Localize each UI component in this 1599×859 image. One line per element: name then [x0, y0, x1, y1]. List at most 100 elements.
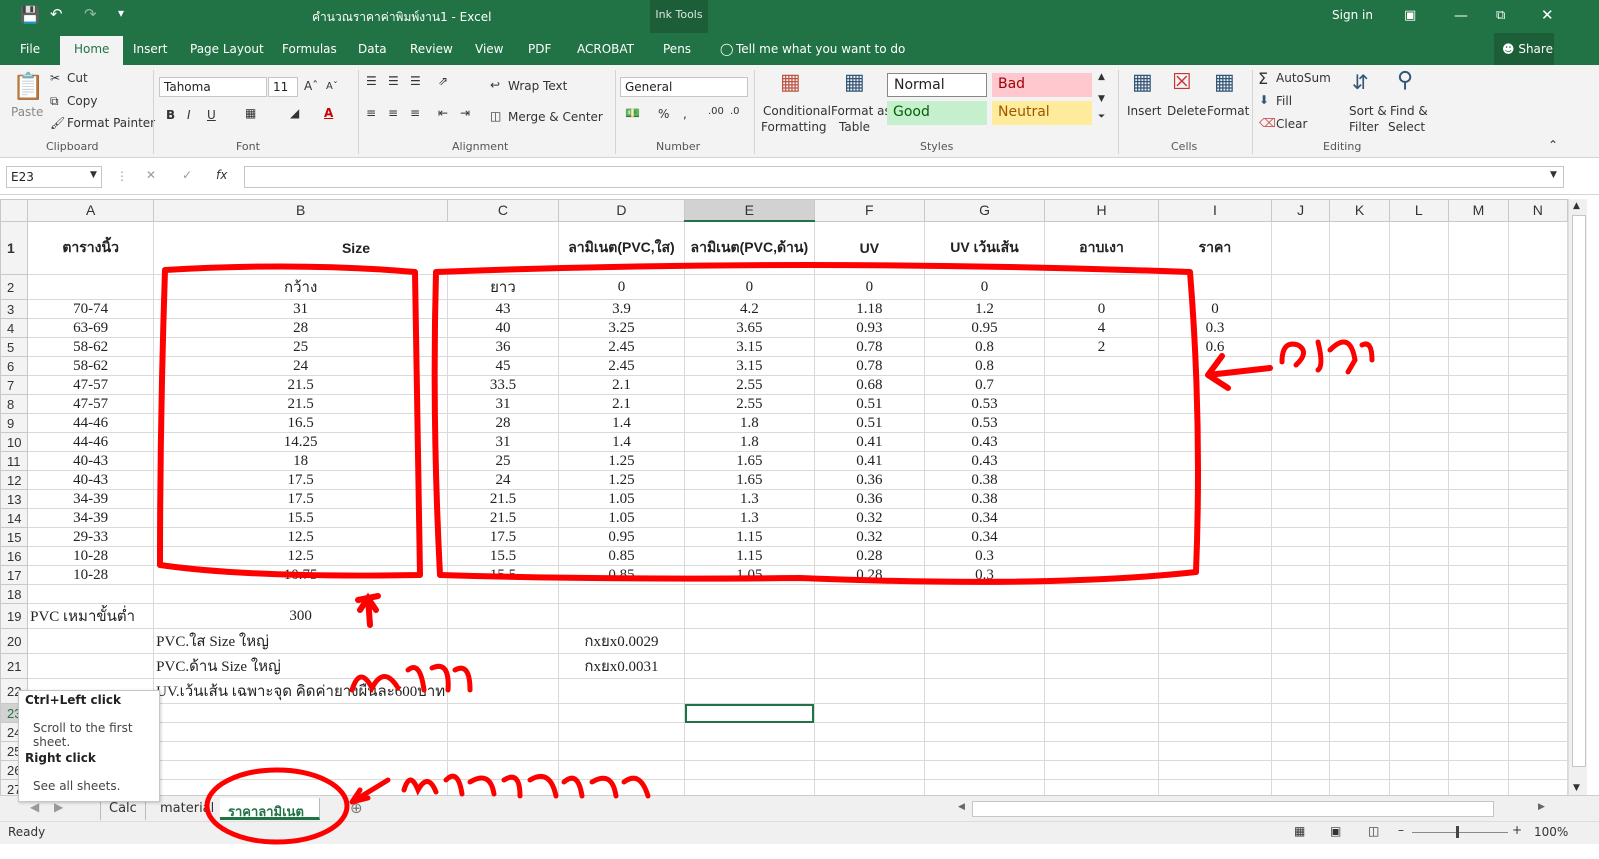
cell-m5[interactable]	[1448, 337, 1509, 357]
row-header[interactable]: 3	[0, 299, 29, 319]
cell-f3[interactable]: 1.18	[813, 299, 926, 319]
cell-d19[interactable]	[557, 603, 686, 629]
row-header[interactable]: 14	[0, 508, 29, 528]
cell-d1[interactable]: ลามิเนต(PVC,ใส)	[557, 220, 686, 275]
conditional-formatting-icon[interactable]: ▦	[780, 70, 801, 95]
cell-d17[interactable]: 0.85	[557, 565, 686, 585]
cell-h14[interactable]	[1043, 508, 1160, 528]
cell-b25[interactable]	[153, 741, 449, 761]
cell-f20[interactable]	[813, 628, 926, 654]
cell-j20[interactable]	[1270, 628, 1331, 654]
underline-icon[interactable]: U	[207, 108, 216, 122]
cell-a21[interactable]	[27, 653, 155, 679]
cell-h23[interactable]	[1043, 703, 1160, 723]
cell-h10[interactable]	[1043, 432, 1160, 452]
cell-d13[interactable]: 1.05	[557, 489, 686, 509]
cell-c11[interactable]: 25	[447, 451, 559, 471]
cell-k1[interactable]	[1329, 220, 1390, 275]
cell-n19[interactable]	[1507, 603, 1568, 629]
cell-h9[interactable]	[1043, 413, 1160, 433]
cell-h1[interactable]: อาบเงา	[1043, 220, 1160, 275]
cell-c17[interactable]: 15.5	[447, 565, 559, 585]
cell-j5[interactable]	[1270, 337, 1331, 357]
column-header-h[interactable]: H	[1043, 199, 1160, 222]
scroll-down-icon[interactable]: ▼	[1573, 783, 1580, 793]
cell-d9[interactable]: 1.4	[557, 413, 686, 433]
cell-g23[interactable]	[924, 703, 1045, 723]
tab-view[interactable]: View	[475, 42, 503, 56]
cell-f8[interactable]: 0.51	[813, 394, 926, 414]
cell-k26[interactable]	[1329, 760, 1390, 780]
cell-g17[interactable]: 0.3	[924, 565, 1045, 585]
cell-k21[interactable]	[1329, 653, 1390, 679]
scroll-up-icon[interactable]: ▲	[1573, 201, 1580, 211]
cell-f22[interactable]	[813, 678, 926, 704]
cell-b19[interactable]: 300	[153, 603, 449, 629]
comma-icon[interactable]: ,	[683, 107, 687, 121]
cell-b6[interactable]: 24	[153, 356, 449, 376]
row-header[interactable]: 17	[0, 565, 29, 585]
find-select-label-2[interactable]: Select	[1388, 120, 1425, 134]
cell-k11[interactable]	[1329, 451, 1390, 471]
cell-h15[interactable]	[1043, 527, 1160, 547]
cell-j22[interactable]	[1270, 678, 1331, 704]
cell-g3[interactable]: 1.2	[924, 299, 1045, 319]
cell-a4[interactable]: 63-69	[27, 318, 155, 338]
close-icon[interactable]: ✕	[1541, 6, 1554, 24]
cell-i23[interactable]	[1158, 703, 1272, 723]
cell-l9[interactable]	[1388, 413, 1450, 433]
zoom-level[interactable]: 100%	[1534, 825, 1568, 839]
scroll-thumb[interactable]	[1572, 215, 1586, 767]
find-select-icon[interactable]: ⚲	[1397, 68, 1413, 93]
row-header[interactable]: 5	[0, 337, 29, 357]
cell-h4[interactable]: 4	[1043, 318, 1160, 338]
cell-e24[interactable]	[684, 722, 815, 742]
cell-h24[interactable]	[1043, 722, 1160, 742]
cell-b7[interactable]: 21.5	[153, 375, 449, 395]
cell-m4[interactable]	[1448, 318, 1509, 338]
cell-l25[interactable]	[1388, 741, 1450, 761]
format-cells-icon[interactable]: ▦	[1214, 70, 1235, 95]
cell-e23[interactable]	[684, 703, 815, 723]
cell-k6[interactable]	[1329, 356, 1390, 376]
cell-h17[interactable]	[1043, 565, 1160, 585]
cell-h8[interactable]	[1043, 394, 1160, 414]
cell-n13[interactable]	[1507, 489, 1568, 509]
cell-n10[interactable]	[1507, 432, 1568, 452]
cell-i14[interactable]	[1158, 508, 1272, 528]
cell-f1[interactable]: UV	[813, 220, 926, 275]
cell-k10[interactable]	[1329, 432, 1390, 452]
cell-h11[interactable]	[1043, 451, 1160, 471]
cell-d10[interactable]: 1.4	[557, 432, 686, 452]
style-neutral[interactable]: Neutral	[992, 101, 1092, 125]
cell-f11[interactable]: 0.41	[813, 451, 926, 471]
collapse-ribbon-icon[interactable]: ⌃	[1548, 138, 1558, 152]
cell-j17[interactable]	[1270, 565, 1331, 585]
tab-insert[interactable]: Insert	[133, 42, 167, 56]
cell-m18[interactable]	[1448, 584, 1509, 604]
cell-j16[interactable]	[1270, 546, 1331, 566]
format-as-table-icon[interactable]: ▦	[844, 70, 865, 95]
cell-n1[interactable]	[1507, 220, 1568, 275]
cut-button[interactable]: Cut	[67, 71, 88, 85]
cell-j3[interactable]	[1270, 299, 1331, 319]
cell-j26[interactable]	[1270, 760, 1331, 780]
cell-g19[interactable]	[924, 603, 1045, 629]
cell-e17[interactable]: 1.05	[684, 565, 815, 585]
cell-c9[interactable]: 28	[447, 413, 559, 433]
cell-i10[interactable]	[1158, 432, 1272, 452]
cancel-entry-icon[interactable]: ✕	[146, 168, 156, 182]
zoom-slider[interactable]	[1412, 832, 1508, 833]
cell-i9[interactable]	[1158, 413, 1272, 433]
tab-pdf[interactable]: PDF	[528, 42, 551, 56]
format-as-table-label-2[interactable]: Table	[839, 120, 870, 134]
cell-m10[interactable]	[1448, 432, 1509, 452]
insert-function-icon[interactable]: fx	[216, 168, 227, 182]
cell-f18[interactable]	[813, 584, 926, 604]
column-header-b[interactable]: B	[153, 199, 449, 222]
cell-l3[interactable]	[1388, 299, 1450, 319]
delete-cells-icon[interactable]: ☒	[1172, 70, 1192, 95]
cell-c6[interactable]: 45	[447, 356, 559, 376]
cell-a13[interactable]: 34-39	[27, 489, 155, 509]
cell-d25[interactable]	[557, 741, 686, 761]
